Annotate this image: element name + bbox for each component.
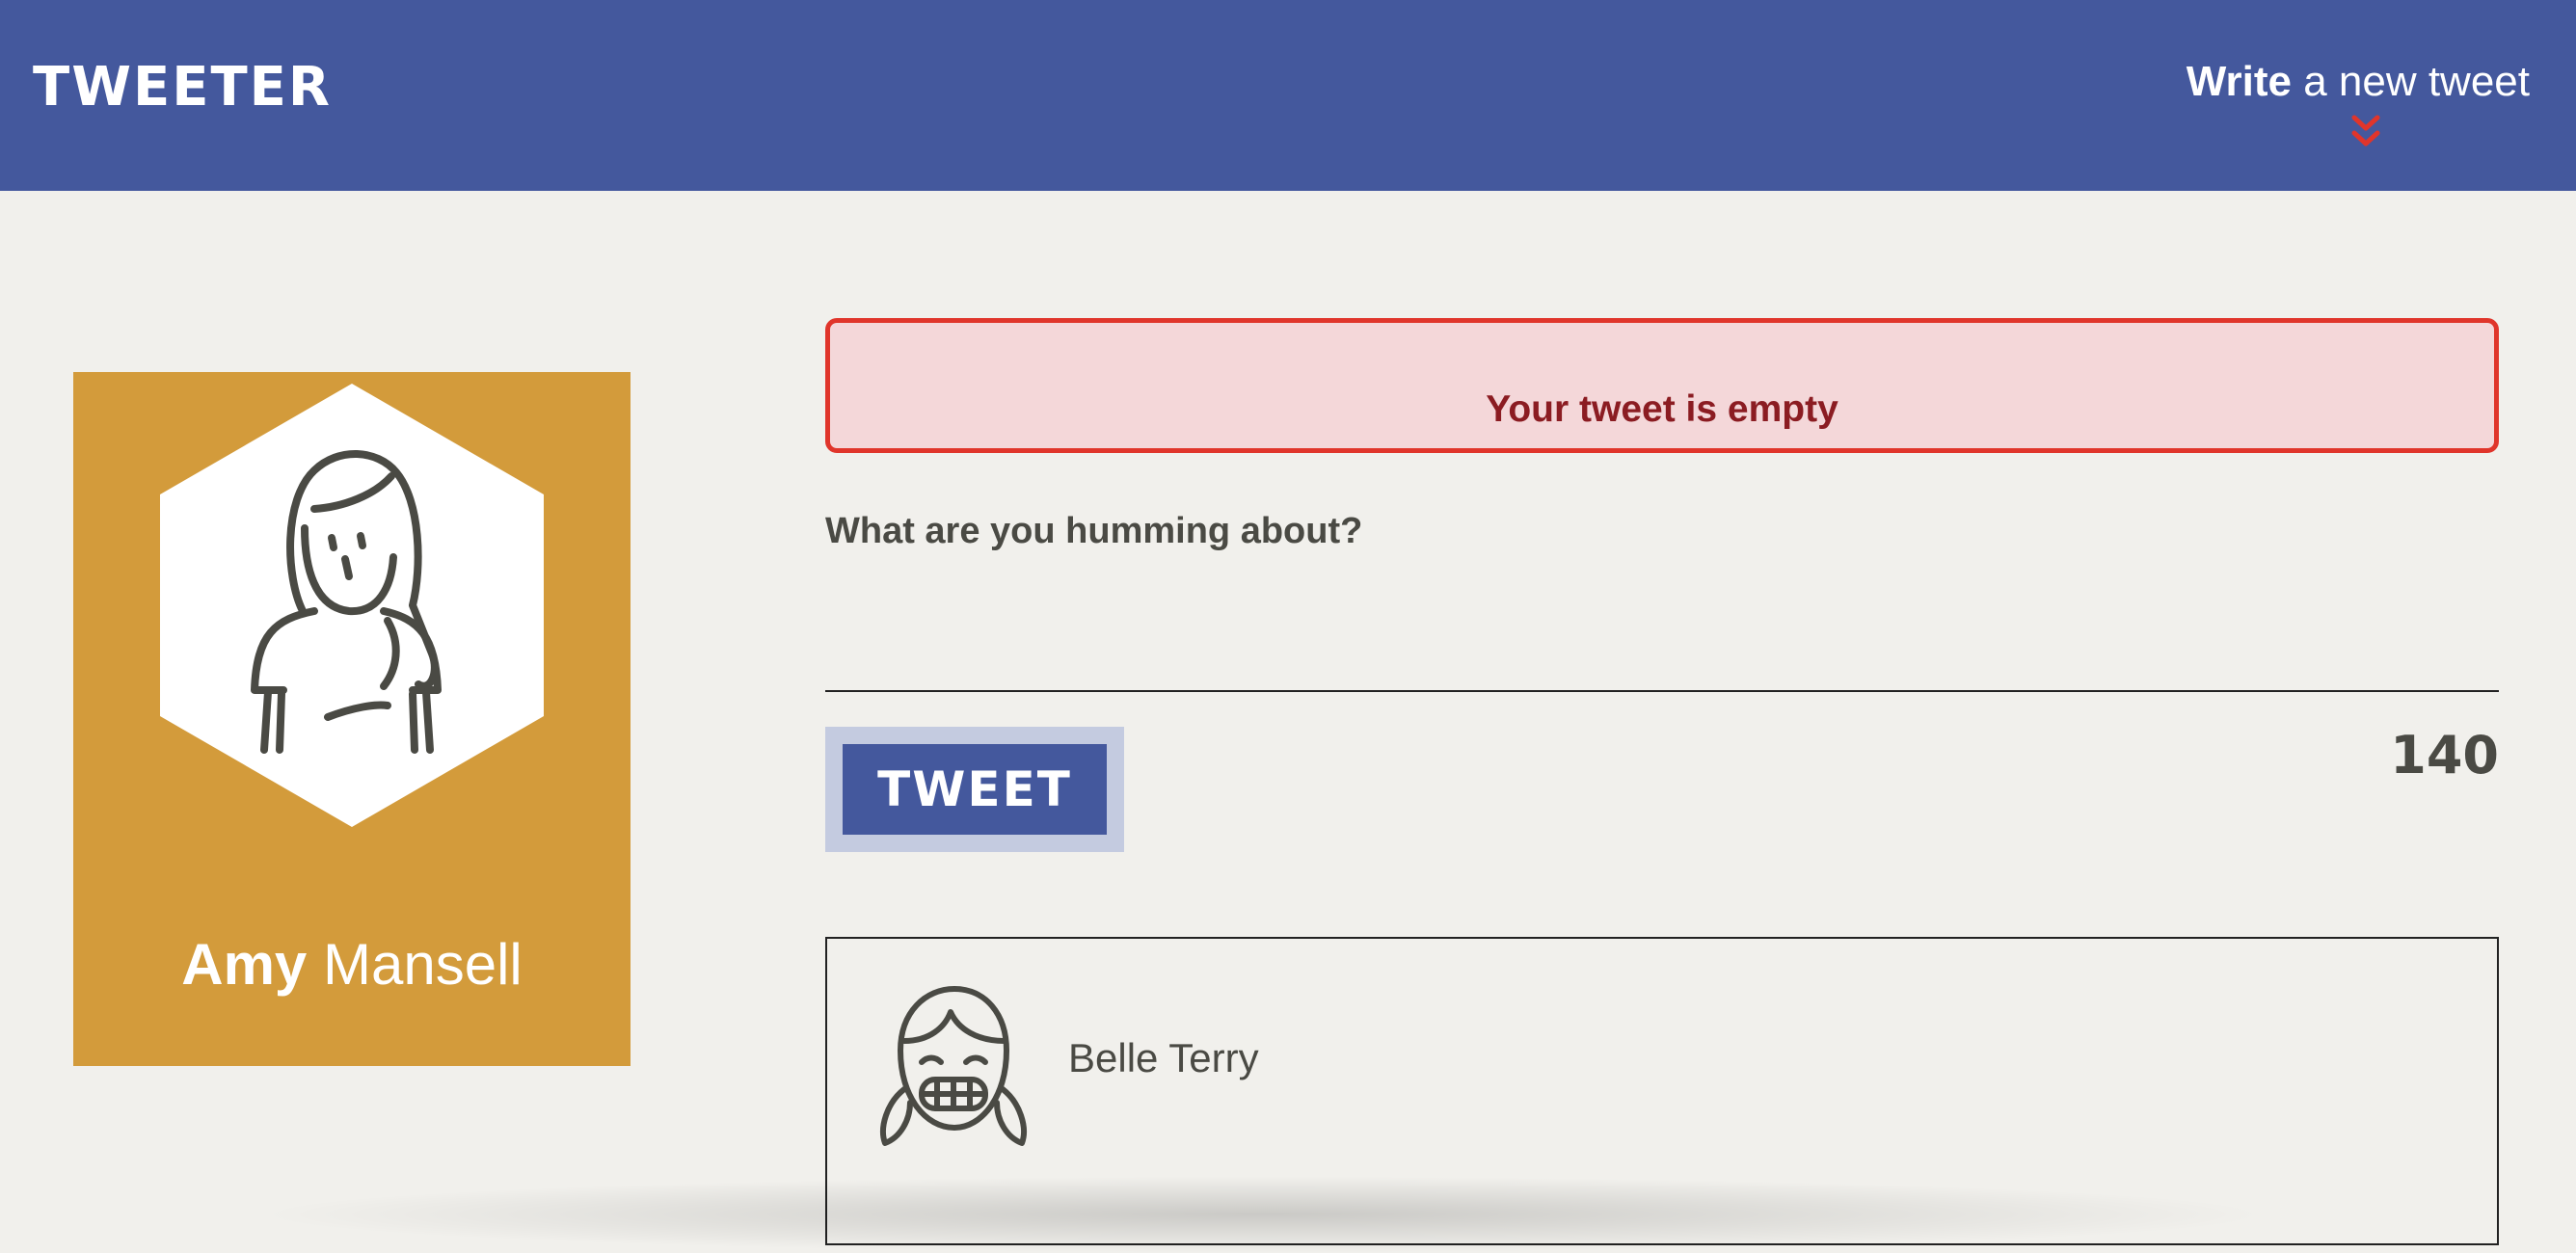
error-alert: Your tweet is empty bbox=[825, 318, 2499, 453]
write-new-tweet-label[interactable]: Write a new tweet bbox=[2187, 58, 2530, 106]
write-label-bold: Write bbox=[2186, 58, 2292, 105]
tweet-button-focus-ring[interactable]: TWEET bbox=[825, 727, 1124, 852]
write-label-rest: a new tweet bbox=[2291, 58, 2530, 105]
profile-card: Amy Mansell bbox=[73, 372, 631, 1066]
double-chevron-down-icon[interactable] bbox=[2348, 114, 2383, 150]
profile-name: Amy Mansell bbox=[73, 931, 631, 998]
tweet-textarea[interactable] bbox=[825, 559, 2499, 692]
char-counter: 140 bbox=[2390, 725, 2499, 786]
error-message: Your tweet is empty bbox=[1486, 388, 1838, 430]
profile-first-name: Amy bbox=[181, 932, 308, 997]
profile-last-name: Mansell bbox=[307, 932, 523, 997]
smiling-girl-avatar-icon bbox=[880, 986, 1027, 1146]
compose-label: What are you humming about? bbox=[825, 511, 1363, 551]
user-avatar-icon bbox=[160, 384, 544, 827]
tweet-author-name[interactable]: Belle Terry bbox=[1068, 1035, 1259, 1081]
tweet-button[interactable]: TWEET bbox=[843, 744, 1107, 835]
write-new-tweet-toggle[interactable]: Write a new tweet bbox=[2183, 58, 2530, 154]
tweet-card: Belle Terry bbox=[825, 937, 2499, 1245]
brand-logo[interactable]: TWEETER bbox=[33, 56, 332, 119]
top-navbar: TWEETER Write a new tweet bbox=[0, 0, 2576, 191]
